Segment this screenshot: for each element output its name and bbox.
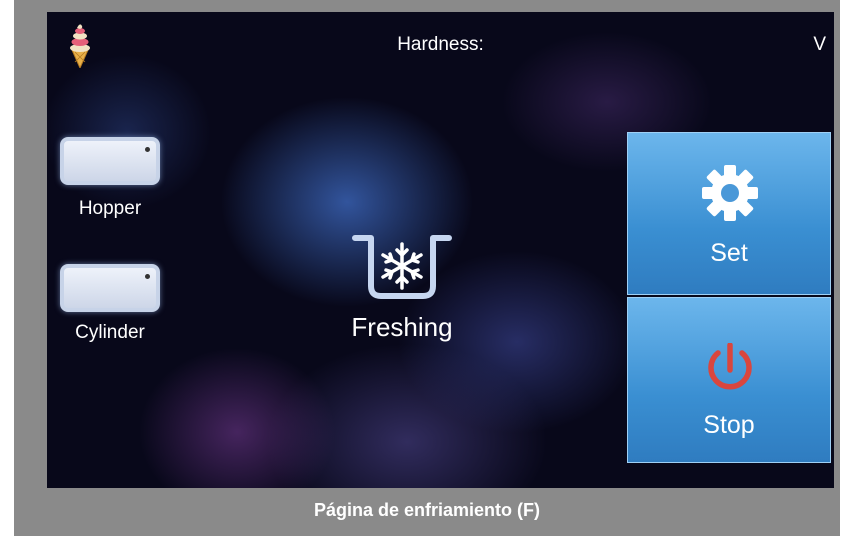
cylinder-label: Cylinder <box>75 322 145 343</box>
hopper-indicator-dot <box>145 147 150 152</box>
set-button-label: Set <box>710 239 748 267</box>
stop-button-label: Stop <box>703 411 755 439</box>
hopper-level-icon[interactable] <box>60 137 160 185</box>
hardness-label: Hardness: <box>397 34 484 55</box>
hardness-value: V <box>813 34 826 55</box>
snowflake-tank-icon <box>352 235 452 299</box>
cylinder-indicator-dot <box>145 274 150 279</box>
stop-button[interactable]: Stop <box>627 297 831 463</box>
hopper-label: Hopper <box>78 198 142 219</box>
gear-icon <box>702 165 758 221</box>
page-caption: Página de enfriamiento (F) <box>313 500 541 520</box>
power-icon <box>708 343 752 390</box>
status-label: Freshing <box>351 312 453 342</box>
set-button[interactable]: Set <box>627 132 831 295</box>
machine-screen: Hardness: V Hopper Cylinder Freshing Set… <box>47 12 834 488</box>
cylinder-level-icon[interactable] <box>60 264 160 312</box>
